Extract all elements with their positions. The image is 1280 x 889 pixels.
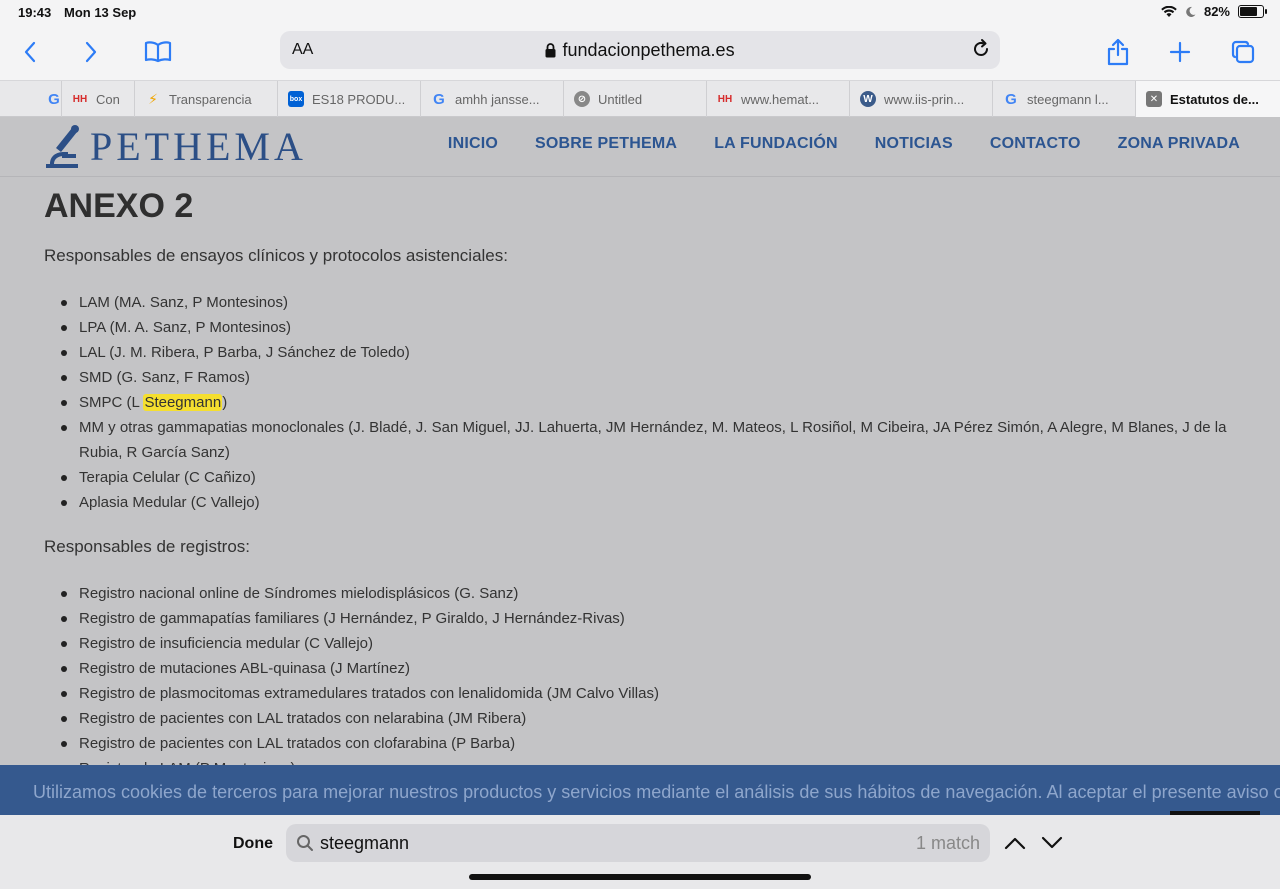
chevron-left-icon	[24, 41, 36, 63]
status-bar: 19:43 Mon 13 Sep 82%	[0, 0, 1280, 26]
bookmarks-button[interactable]	[140, 34, 176, 70]
google-icon: G	[1005, 90, 1017, 108]
search-highlight: Steegmann	[143, 394, 223, 411]
section-trials-title: Responsables de ensayos clínicos y proto…	[44, 246, 508, 265]
chevron-down-icon[interactable]	[1041, 832, 1063, 854]
main-content: ANEXO 2 Responsables de ensayos clínicos…	[44, 187, 1244, 765]
list-item: Terapia Celular (C Cañizo)	[44, 465, 1244, 490]
list-item: Registro de pacientes con LAL tratados c…	[44, 706, 1244, 731]
tab-transparencia[interactable]: ⚡ Transparencia	[135, 81, 278, 117]
hh-icon: HH	[72, 93, 88, 105]
trials-list: LAM (MA. Sanz, P Montesinos) LPA (M. A. …	[44, 290, 1244, 515]
home-indicator[interactable]	[469, 874, 811, 880]
site-logo[interactable]: PETHEMA	[42, 123, 307, 170]
nav-inicio[interactable]: INICIO	[448, 135, 498, 153]
status-date: Mon 13 Sep	[64, 5, 137, 20]
box-icon: box	[288, 91, 304, 107]
tabs-icon	[1231, 40, 1255, 64]
url-field[interactable]: fundacionpethema.es	[280, 40, 1000, 61]
battery-icon	[1238, 5, 1267, 18]
back-button[interactable]	[12, 34, 48, 70]
search-icon	[297, 835, 313, 851]
match-count: 1 match	[915, 833, 980, 853]
google-icon: G	[48, 90, 60, 108]
site-header: PETHEMA INICIO SOBRE PETHEMA LA FUNDACIÓ…	[0, 117, 1280, 177]
list-item: Registro de pacientes con LAL tratados c…	[44, 731, 1244, 756]
nav-sobre-pethema[interactable]: SOBRE PETHEMA	[535, 135, 677, 153]
list-item: Registro de plasmocitomas extramedulares…	[44, 681, 1244, 706]
tab-iis[interactable]: W www.iis-prin...	[850, 81, 993, 117]
find-input[interactable]: steegmann 1 match	[286, 824, 990, 862]
list-item: SMD (G. Sanz, F Ramos)	[44, 365, 1244, 390]
nav-la-fundacion[interactable]: LA FUNDACIÓN	[714, 135, 838, 153]
status-right: 82%	[1161, 4, 1267, 19]
list-item: Registro de LAM (P Montesinos)	[44, 756, 1244, 765]
tab-con[interactable]: HH Con	[62, 81, 135, 117]
tab-es18[interactable]: box ES18 PRODU...	[278, 81, 421, 117]
wifi-icon	[1161, 5, 1177, 17]
hh-icon: HH	[717, 93, 733, 105]
section-registries-title: Responsables de registros:	[44, 537, 251, 556]
battery-fill	[1240, 7, 1258, 16]
list-item: Registro nacional online de Síndromes mi…	[44, 581, 1244, 606]
tab-hemat[interactable]: HH www.hemat...	[707, 81, 850, 117]
tab-estatutos[interactable]: ✕ Estatutos de...	[1136, 81, 1280, 117]
book-icon	[144, 41, 172, 63]
list-item: LAL (J. M. Ribera, P Barba, J Sánchez de…	[44, 340, 1244, 365]
registries-list: Registro nacional online de Síndromes mi…	[44, 581, 1244, 765]
lock-icon	[545, 43, 556, 58]
cookie-text: Utilizamos cookies de terceros para mejo…	[33, 782, 1280, 802]
reload-icon[interactable]	[970, 38, 992, 60]
list-item: Aplasia Medular (C Vallejo)	[44, 490, 1244, 515]
share-button[interactable]	[1100, 34, 1136, 70]
url-text: fundacionpethema.es	[562, 40, 735, 60]
tabs-overview-button[interactable]	[1225, 34, 1261, 70]
google-icon: G	[433, 90, 445, 108]
forward-button[interactable]	[73, 34, 109, 70]
address-bar[interactable]: AA fundacionpethema.es	[280, 31, 1000, 69]
logo-text: PETHEMA	[90, 124, 307, 169]
wordpress-icon: W	[860, 91, 876, 107]
close-icon[interactable]: ✕	[1146, 91, 1162, 107]
compass-icon: ⊘	[574, 91, 590, 107]
list-item: MM y otras gammapatias monoclonales (J. …	[44, 415, 1244, 465]
tab-untitled[interactable]: ⊘ Untitled	[564, 81, 707, 117]
bolt-icon: ⚡	[148, 90, 158, 107]
nav-noticias[interactable]: NOTICIAS	[875, 135, 953, 153]
main-nav: INICIO SOBRE PETHEMA LA FUNDACIÓN NOTICI…	[448, 135, 1240, 153]
list-item: LPA (M. A. Sanz, P Montesinos)	[44, 315, 1244, 340]
list-item-smpc: SMPC (L Steegmann)	[44, 390, 1244, 415]
share-icon	[1107, 38, 1129, 66]
tab-google[interactable]: G	[0, 81, 62, 117]
cookie-banner: Utilizamos cookies de terceros para mejo…	[0, 765, 1280, 815]
list-item: Registro de mutaciones ABL-quinasa (J Ma…	[44, 656, 1244, 681]
list-item: Registro de gammapatías familiares (J He…	[44, 606, 1244, 631]
nav-zona-privada[interactable]: ZONA PRIVADA	[1118, 135, 1240, 153]
new-tab-button[interactable]	[1162, 34, 1198, 70]
page-title: ANEXO 2	[44, 187, 194, 225]
web-page: PETHEMA INICIO SOBRE PETHEMA LA FUNDACIÓ…	[0, 117, 1280, 765]
moon-icon	[1186, 6, 1196, 17]
battery-percent: 82%	[1203, 4, 1230, 19]
nav-contacto[interactable]: CONTACTO	[990, 135, 1081, 153]
list-item: LAM (MA. Sanz, P Montesinos)	[44, 290, 1244, 315]
microscope-icon	[46, 124, 79, 168]
done-button[interactable]: Done	[233, 835, 273, 853]
browser-toolbar: AA fundacionpethema.es	[0, 26, 1280, 80]
tab-amhh[interactable]: G amhh jansse...	[421, 81, 564, 117]
chevron-right-icon	[85, 41, 97, 63]
chevron-up-icon[interactable]	[1004, 832, 1026, 854]
plus-icon	[1169, 41, 1191, 63]
tab-steegmann[interactable]: G steegmann l...	[993, 81, 1136, 117]
list-item: Registro de insuficiencia medular (C Val…	[44, 631, 1244, 656]
find-query: steegmann	[320, 833, 410, 853]
status-time: 19:43	[18, 5, 52, 20]
tab-strip: G HH Con ⚡ Transparencia box ES18 PRODU.…	[0, 80, 1280, 117]
